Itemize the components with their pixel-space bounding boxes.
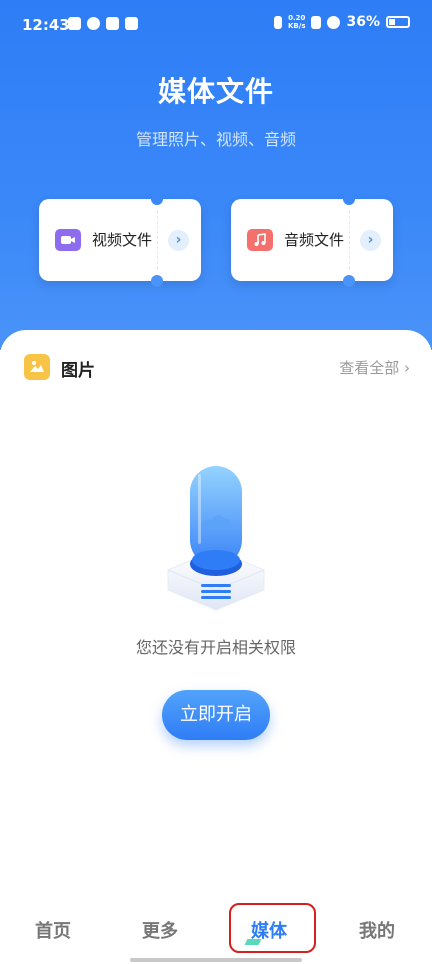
- battery-percent: 36%: [346, 14, 380, 30]
- crown-icon: [106, 17, 119, 30]
- wifi-icon: [327, 15, 341, 29]
- empty-state-message: 您还没有开启相关权限: [135, 638, 296, 657]
- status-bar: 12:43 0.20 KB/s 36%: [0, 0, 432, 48]
- ticket-notch: [151, 275, 163, 287]
- tiktok-icon: [68, 17, 81, 30]
- page-subtitle: 管理照片、视频、音频: [135, 130, 296, 149]
- pictures-section-header: 图片 查看全部 ›: [24, 354, 410, 381]
- app-notification-icon: [87, 17, 100, 30]
- video-camera-icon: [55, 229, 81, 251]
- audio-files-card[interactable]: 音频文件 ›: [231, 193, 393, 287]
- music-note-icon: [247, 229, 273, 251]
- video-files-card[interactable]: 视频文件 ›: [39, 193, 201, 287]
- image-icon: [24, 354, 50, 380]
- battery-icon: [386, 16, 410, 28]
- message-icon: [125, 17, 138, 30]
- nav-mine[interactable]: 我的: [359, 917, 395, 943]
- pictures-title: 图片: [61, 361, 95, 381]
- bottom-nav: 首页 更多 媒体 我的: [0, 905, 432, 955]
- notification-icons: [68, 17, 138, 30]
- status-right: 0.20 KB/s 36%: [274, 14, 410, 30]
- home-indicator[interactable]: [130, 958, 302, 962]
- content-panel: 图片 查看全部 › 您还没有开启相关权限 立即开启: [0, 330, 432, 964]
- chevron-right-icon[interactable]: ›: [168, 230, 189, 251]
- card-divider: [157, 211, 158, 269]
- sim-icon: [311, 15, 322, 29]
- net-speed: 0.20 KB/s: [288, 14, 306, 30]
- audio-files-label: 音频文件: [284, 231, 345, 249]
- annotation-highlight-box: [229, 903, 316, 953]
- ticket-notch: [343, 193, 355, 205]
- enable-permission-button[interactable]: 立即开启: [162, 690, 270, 740]
- nav-home[interactable]: 首页: [35, 917, 71, 943]
- nav-more[interactable]: 更多: [142, 917, 178, 943]
- status-time: 12:43: [22, 16, 70, 34]
- ticket-notch: [151, 193, 163, 205]
- page-title: 媒体文件: [157, 75, 274, 108]
- empty-permission-illustration: [167, 466, 265, 611]
- view-all-link[interactable]: 查看全部 ›: [339, 357, 410, 378]
- vibrate-icon: [274, 15, 282, 29]
- chevron-right-icon[interactable]: ›: [360, 230, 381, 251]
- card-divider: [349, 211, 350, 269]
- ticket-notch: [343, 275, 355, 287]
- video-files-label: 视频文件: [92, 231, 153, 249]
- hero-header: [0, 0, 432, 350]
